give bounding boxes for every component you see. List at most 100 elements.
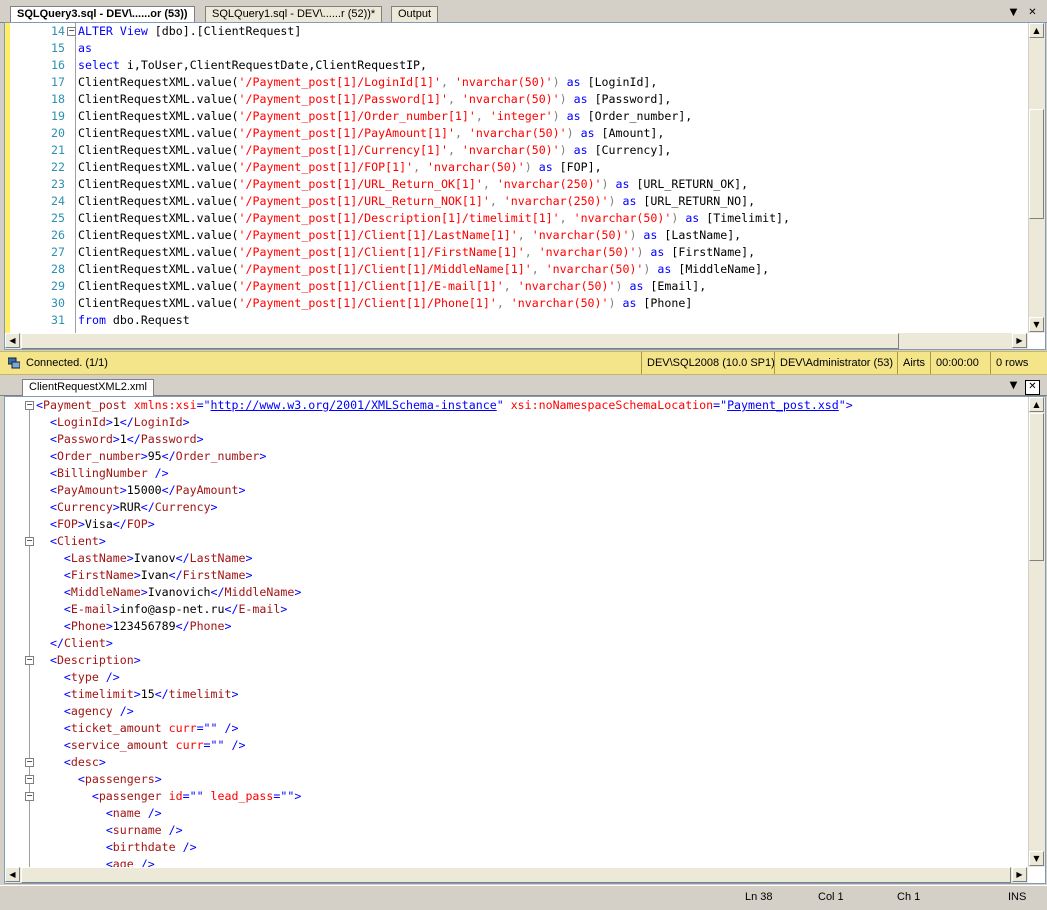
xml-horizontal-scrollbar[interactable]: ◀ ▶ (5, 867, 1028, 883)
collapse-icon[interactable]: − (67, 27, 76, 36)
collapse-icon[interactable]: − (25, 401, 34, 410)
code-token: [dbo].[ClientRequest] (147, 24, 302, 38)
code-token: " (496, 398, 504, 412)
xml-vertical-scrollbar[interactable]: ▲ ▼ (1028, 397, 1045, 867)
code-token: < (63, 602, 71, 616)
code-line: <FirstName>Ivan</FirstName> (36, 567, 253, 584)
code-token: 95 (147, 449, 162, 463)
hscroll-thumb[interactable] (21, 333, 899, 349)
line-number: Ln 38 (745, 891, 773, 903)
code-line: ClientRequestXML.value('/Payment_post[1]… (78, 193, 755, 210)
code-token: FOP (56, 517, 78, 531)
scroll-down-icon[interactable]: ▼ (1029, 851, 1044, 866)
tab-sqlquery3[interactable]: SQLQuery3.sql - DEV\......or (53)) (10, 6, 195, 23)
code-line: <LastName>Ivanov</LastName> (36, 550, 253, 567)
code-line: <Payment_post xmlns:xsi="http://www.w3.o… (36, 397, 853, 414)
tab-sqlquery1[interactable]: SQLQuery1.sql - DEV\......r (52))* (205, 6, 383, 22)
code-token: </ (126, 432, 141, 446)
tab-output[interactable]: Output (391, 6, 439, 22)
code-token: < (49, 517, 57, 531)
scroll-right-icon[interactable]: ▶ (1012, 333, 1027, 348)
code-token: as (580, 126, 595, 140)
collapse-icon[interactable]: − (25, 792, 34, 801)
code-token: , (503, 279, 518, 293)
code-token: < (49, 466, 57, 480)
code-token: , (454, 126, 469, 140)
tab-list-dropdown-icon[interactable]: ▼ (1007, 380, 1020, 393)
code-token: [URL_RETURN_OK], (629, 177, 749, 191)
code-token: > (182, 415, 190, 429)
collapse-icon[interactable]: − (25, 656, 34, 665)
sql-editor[interactable]: − 14 ALTER View [dbo].[ClientRequest] 15 as… (4, 22, 1046, 350)
code-token: /> (161, 823, 183, 837)
code-token: [Timelimit], (699, 211, 791, 225)
code-link[interactable]: Payment_post.xsd (727, 398, 839, 412)
scroll-thumb[interactable] (1029, 413, 1044, 561)
code-token: [URL_RETURN_NO], (636, 194, 756, 208)
close-xml-icon[interactable]: ✕ (1025, 380, 1040, 395)
code-token: > (196, 432, 204, 446)
code-token: Currency (56, 500, 113, 514)
line-number: 17 (51, 75, 65, 89)
code-token: < (63, 687, 71, 701)
collapse-icon[interactable]: − (25, 537, 34, 546)
code-token: </ (161, 483, 176, 497)
code-token: E-mail (70, 602, 113, 616)
sql-vertical-scrollbar[interactable]: ▲ ▼ (1028, 23, 1045, 333)
code-token: > (280, 602, 288, 616)
scroll-left-icon[interactable]: ◀ (5, 333, 20, 348)
code-token: [Phone] (636, 296, 693, 310)
code-line: ClientRequestXML.value('/Payment_post[1]… (78, 108, 692, 125)
code-token: > (245, 568, 253, 582)
code-token: Description (56, 653, 134, 667)
code-token: Client (56, 534, 99, 548)
collapse-icon[interactable]: − (25, 758, 34, 767)
document-tab-bar: SQLQuery3.sql - DEV\......or (53)) SQLQu… (0, 4, 1047, 23)
scroll-up-icon[interactable]: ▲ (1029, 23, 1044, 38)
code-token: '/Payment_post[1]/Client[1]/FirstName[1]… (238, 245, 525, 259)
xml-editor[interactable]: − <Payment_post xmlns:xsi="http://www.w3.… (4, 396, 1046, 884)
code-line: <E-mail>info@asp-net.ru</E-mail> (36, 601, 287, 618)
code-token: < (63, 704, 71, 718)
code-token: [FOP], (552, 160, 602, 174)
hscroll-thumb[interactable] (21, 867, 1011, 883)
code-token: </ (119, 415, 134, 429)
scroll-thumb[interactable] (1029, 109, 1044, 219)
scroll-left-icon[interactable]: ◀ (5, 867, 20, 882)
code-token: > (259, 449, 267, 463)
line-number: 28 (51, 262, 65, 276)
code-token: Ivanov (133, 551, 176, 565)
code-token: /> (98, 670, 120, 684)
sql-horizontal-scrollbar[interactable]: ◀ ▶ (5, 333, 1028, 349)
code-line: ClientRequestXML.value('/Payment_post[1]… (78, 74, 657, 91)
code-token: , (447, 143, 462, 157)
code-line: ClientRequestXML.value('/Payment_post[1]… (78, 295, 692, 312)
code-token: > (98, 755, 106, 769)
code-token: > (133, 687, 141, 701)
code-token: > (119, 483, 127, 497)
code-token: ) (636, 245, 651, 259)
tab-list-dropdown-icon[interactable]: ▼ (1007, 7, 1020, 20)
code-token: 1 (112, 415, 120, 429)
scroll-up-icon[interactable]: ▲ (1029, 397, 1044, 412)
outline-line (29, 407, 30, 873)
code-link[interactable]: http://www.w3.org/2001/XMLSchema-instanc… (211, 398, 497, 412)
tab-clientrequestxml2[interactable]: ClientRequestXML2.xml (22, 379, 154, 396)
code-token: /> (217, 721, 239, 735)
scroll-down-icon[interactable]: ▼ (1029, 317, 1044, 332)
collapse-icon[interactable]: − (25, 775, 34, 784)
code-token: curr (168, 721, 197, 735)
scroll-right-icon[interactable]: ▶ (1012, 867, 1027, 882)
code-token: '/Payment_post[1]/Client[1]/MiddleName[1… (238, 262, 532, 276)
close-document-icon[interactable]: ✕ (1026, 7, 1039, 20)
code-token: 'nvarchar(50)' (468, 126, 567, 140)
code-token: < (49, 500, 57, 514)
code-token: Password (56, 432, 113, 446)
code-token: as (657, 262, 672, 276)
